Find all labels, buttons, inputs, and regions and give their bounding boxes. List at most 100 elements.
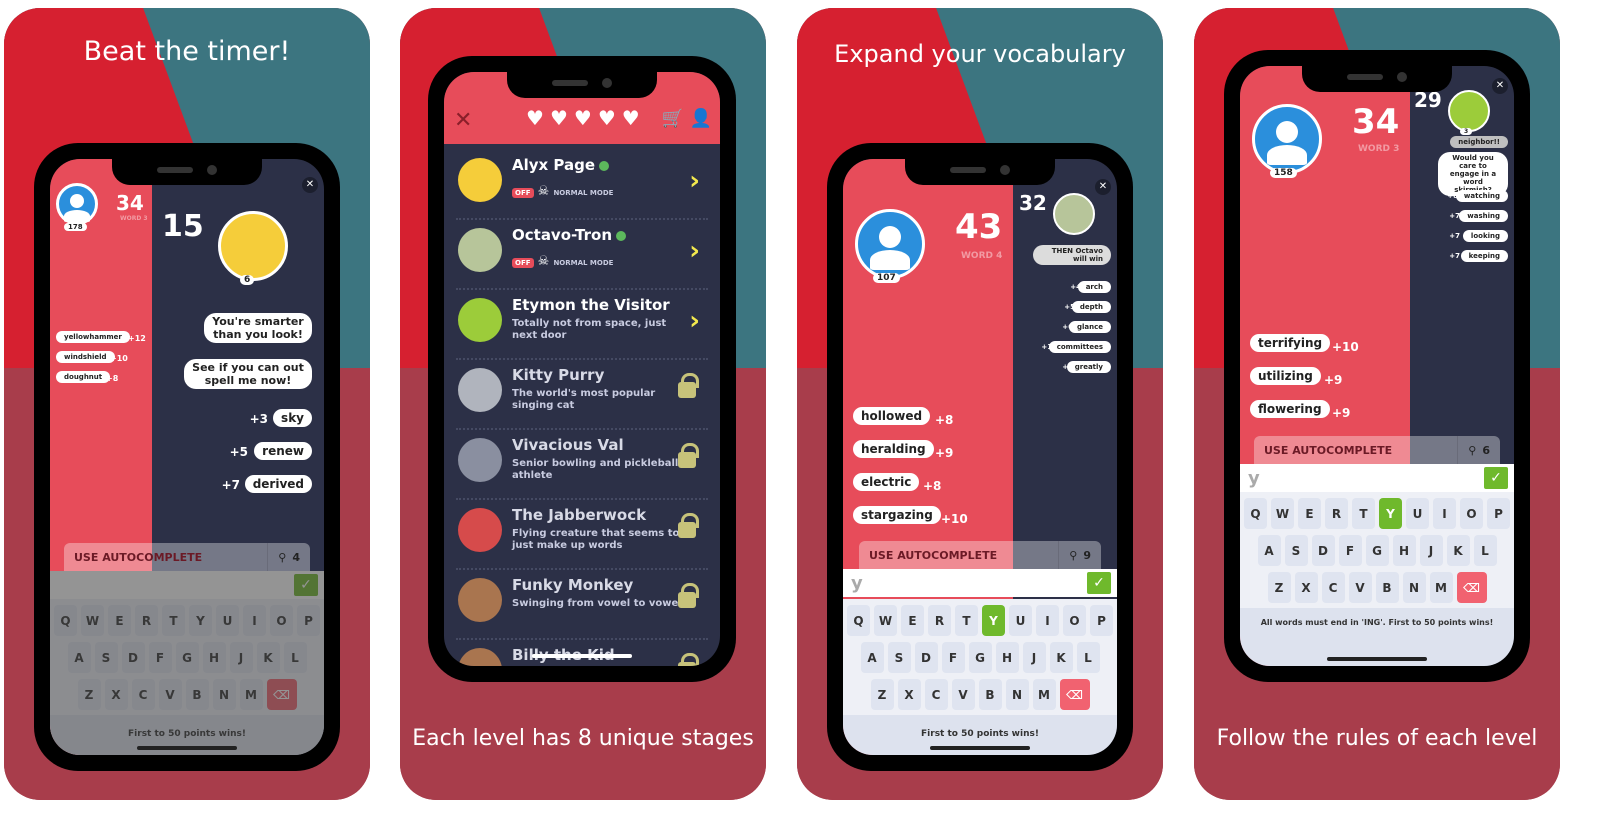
opponent-word-points: +7 (1449, 212, 1460, 220)
key-f[interactable]: F (941, 642, 965, 673)
key-c[interactable]: C (1321, 572, 1345, 603)
game-screen: 178 34 WORD 3 15 6 ✕ You're smarter than… (50, 159, 324, 755)
close-icon[interactable]: ✕ (1095, 179, 1111, 195)
key-o[interactable]: O (1460, 498, 1483, 529)
hard-mode-toggle[interactable]: OFF ☠ NORMAL MODE (512, 250, 613, 269)
opponent-avatar (458, 368, 502, 412)
player-word-points: +8 (935, 413, 954, 427)
key-i[interactable]: I (1036, 605, 1059, 636)
panel-caption: Follow the rules of each level (1216, 726, 1538, 751)
key-x[interactable]: X (1294, 572, 1318, 603)
key-d[interactable]: D (1311, 535, 1335, 566)
key-f[interactable]: F (1338, 535, 1362, 566)
skull-icon: ☠ (533, 254, 554, 269)
key-n[interactable]: N (1005, 679, 1029, 710)
opponent-list-item[interactable]: Alyx Page OFF ☠ NORMAL MODE › (456, 150, 708, 220)
key-w[interactable]: W (874, 605, 897, 636)
chevron-right-icon[interactable]: › (689, 236, 700, 266)
key-e[interactable]: E (1298, 498, 1321, 529)
key-r[interactable]: R (1325, 498, 1348, 529)
search-icon: ⚲ (1069, 548, 1078, 562)
player-word: windshield (56, 351, 115, 363)
key-r[interactable]: R (928, 605, 951, 636)
key-g[interactable]: G (1365, 535, 1389, 566)
key-h[interactable]: H (1392, 535, 1416, 566)
opponent-word: arch (1077, 281, 1111, 293)
opponent-list-item[interactable]: Etymon the Visitor Totally not from space… (456, 290, 708, 360)
opponent-brain-count: 6 (240, 275, 255, 285)
backspace-key[interactable]: ⌫ (1456, 572, 1487, 603)
opponent-word: keeping (1460, 250, 1508, 262)
opponent-word-points: +10 (1041, 343, 1057, 351)
opponent-list-item[interactable]: Octavo-Tron OFF ☠ NORMAL MODE › (456, 220, 708, 290)
key-u[interactable]: U (1009, 605, 1032, 636)
key-z[interactable]: Z (1267, 572, 1291, 603)
autocomplete-button[interactable]: USE AUTOCOMPLETE ⚲ 4 (64, 543, 310, 571)
word-input[interactable]: y ✓ (1240, 464, 1514, 492)
submit-check-button[interactable]: ✓ (1087, 572, 1111, 594)
key-v[interactable]: V (1348, 572, 1372, 603)
autocomplete-button[interactable]: USE AUTOCOMPLETE ⚲ 9 (859, 541, 1101, 569)
key-t[interactable]: T (1352, 498, 1375, 529)
key-a[interactable]: A (860, 642, 884, 673)
key-e[interactable]: E (901, 605, 924, 636)
close-icon[interactable]: ✕ (454, 108, 472, 133)
submit-check-button[interactable]: ✓ (1484, 467, 1508, 489)
autocomplete-button[interactable]: USE AUTOCOMPLETE ⚲ 6 (1254, 436, 1500, 464)
key-b[interactable]: B (1375, 572, 1399, 603)
close-icon[interactable]: ✕ (1492, 78, 1508, 94)
key-p[interactable]: P (1090, 605, 1113, 636)
close-icon[interactable]: ✕ (302, 177, 318, 193)
chevron-right-icon[interactable]: › (689, 306, 700, 336)
verified-check-icon (599, 160, 610, 171)
key-i[interactable]: I (1433, 498, 1456, 529)
opponent-list-item: Kitty Purry The world's most popular sing… (456, 360, 708, 430)
phone-frame: 178 34 WORD 3 15 6 ✕ You're smarter than… (34, 143, 340, 771)
key-a[interactable]: A (1257, 535, 1281, 566)
opponent-word-points: +3 (249, 412, 268, 426)
key-b[interactable]: B (978, 679, 1002, 710)
add-friend-icon[interactable]: 👤 (690, 108, 712, 129)
lives-hearts: ♥ ♥ ♥ ♥ ♥ (526, 106, 640, 130)
key-y[interactable]: Y (982, 605, 1005, 636)
chevron-right-icon[interactable]: › (689, 166, 700, 196)
key-u[interactable]: U (1406, 498, 1429, 529)
key-z[interactable]: Z (870, 679, 894, 710)
key-t[interactable]: T (955, 605, 978, 636)
key-m[interactable]: M (1429, 572, 1453, 603)
key-j[interactable]: J (1419, 535, 1443, 566)
key-w[interactable]: W (1271, 498, 1294, 529)
phone-frame: 107 43 WORD 4 32 ✕ THEN Octavo will win … (827, 143, 1133, 771)
opponent-name: Funky Monkey (512, 576, 634, 594)
key-p[interactable]: P (1487, 498, 1510, 529)
backspace-key[interactable]: ⌫ (1059, 679, 1090, 710)
key-k[interactable]: K (1049, 642, 1073, 673)
key-n[interactable]: N (1402, 572, 1426, 603)
key-g[interactable]: G (968, 642, 992, 673)
mode-label: NORMAL MODE (553, 189, 614, 197)
key-y[interactable]: Y (1379, 498, 1402, 529)
opponent-avatar (458, 578, 502, 622)
key-o[interactable]: O (1063, 605, 1086, 636)
opponent-description: Flying creature that seems to just make … (512, 528, 680, 551)
key-v[interactable]: V (951, 679, 975, 710)
key-q[interactable]: Q (1244, 498, 1267, 529)
key-k[interactable]: K (1446, 535, 1470, 566)
keyboard-row: ASDFGHJKL (1240, 535, 1514, 566)
player-word-points: +12 (128, 334, 146, 343)
word-input[interactable]: y ✓ (843, 569, 1117, 597)
cart-icon[interactable]: 🛒 (662, 108, 684, 129)
key-q[interactable]: Q (847, 605, 870, 636)
key-m[interactable]: M (1032, 679, 1056, 710)
key-j[interactable]: J (1022, 642, 1046, 673)
key-s[interactable]: S (1284, 535, 1308, 566)
key-x[interactable]: X (897, 679, 921, 710)
key-s[interactable]: S (887, 642, 911, 673)
key-c[interactable]: C (924, 679, 948, 710)
key-h[interactable]: H (995, 642, 1019, 673)
hard-mode-toggle[interactable]: OFF ☠ NORMAL MODE (512, 180, 613, 199)
key-l[interactable]: L (1076, 642, 1100, 673)
key-d[interactable]: D (914, 642, 938, 673)
key-l[interactable]: L (1473, 535, 1497, 566)
toggle-state: OFF (512, 188, 534, 198)
